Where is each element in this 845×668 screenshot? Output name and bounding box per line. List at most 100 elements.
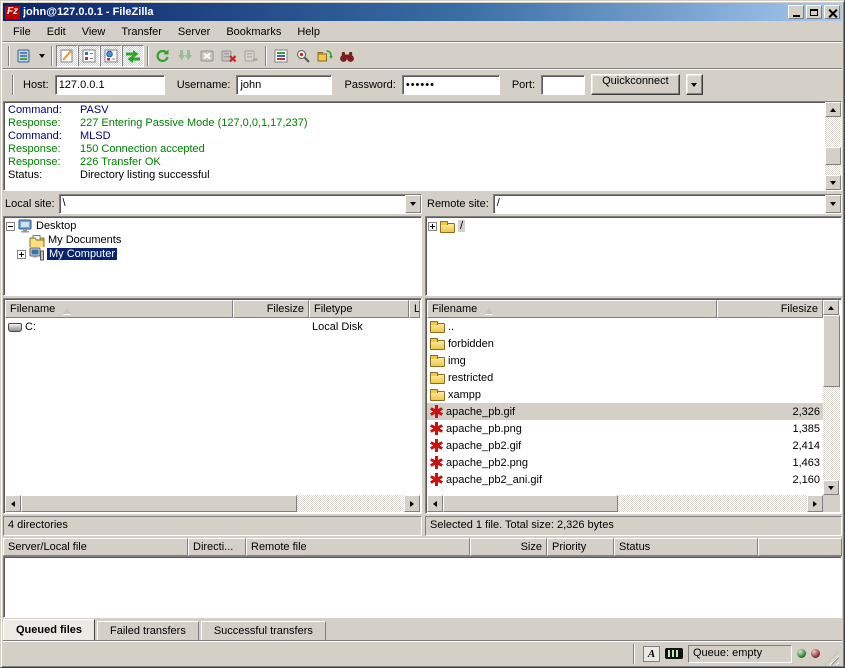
- close-button[interactable]: [824, 5, 840, 19]
- scroll-thumb[interactable]: [825, 147, 841, 165]
- file-row[interactable]: xampp: [427, 386, 823, 403]
- log-line: Status:Directory listing successful: [4, 169, 841, 182]
- scroll-thumb[interactable]: [21, 495, 297, 512]
- menu-help[interactable]: Help: [289, 24, 328, 40]
- quickconnect-button[interactable]: Quickconnect: [591, 74, 680, 95]
- expand-icon[interactable]: [428, 222, 437, 231]
- cancel-button[interactable]: [196, 45, 218, 67]
- remote-hscrollbar[interactable]: [427, 495, 823, 512]
- menu-server[interactable]: Server: [170, 24, 218, 40]
- tab-queued-files[interactable]: Queued files: [3, 619, 95, 641]
- find-files-button[interactable]: [336, 45, 358, 67]
- menu-view[interactable]: View: [74, 24, 114, 40]
- column-header-direction[interactable]: Directi...: [188, 538, 246, 556]
- scroll-up-button[interactable]: [823, 300, 839, 315]
- local-site-combo[interactable]: \: [59, 194, 422, 214]
- site-manager-dropdown[interactable]: [35, 45, 48, 67]
- tree-item-desktop[interactable]: Desktop: [6, 219, 419, 233]
- file-row[interactable]: img: [427, 352, 823, 369]
- file-name: apache_pb2.png: [446, 457, 528, 469]
- column-header-size[interactable]: Size: [470, 538, 547, 556]
- site-manager-button[interactable]: [13, 45, 35, 67]
- menu-transfer[interactable]: Transfer: [113, 24, 170, 40]
- scroll-thumb[interactable]: [823, 315, 840, 387]
- resize-grip[interactable]: [825, 651, 839, 665]
- remote-vscrollbar[interactable]: [823, 300, 840, 512]
- scroll-down-button[interactable]: [823, 480, 839, 495]
- transfer-type-icon[interactable]: A: [643, 646, 660, 662]
- toggle-message-log-button[interactable]: [56, 45, 78, 67]
- column-header-server-local-file[interactable]: Server/Local file: [3, 538, 188, 556]
- remote-site-dropdown[interactable]: [825, 195, 841, 213]
- column-header-priority[interactable]: Priority: [547, 538, 614, 556]
- column-header-filesize[interactable]: Filesize: [717, 300, 823, 318]
- file-row[interactable]: apache_pb.png1,385: [427, 420, 823, 437]
- scroll-right-button[interactable]: [807, 495, 823, 512]
- refresh-button[interactable]: [152, 45, 174, 67]
- toggle-remote-tree-button[interactable]: [100, 45, 122, 67]
- filter-icon: [273, 48, 289, 64]
- host-input[interactable]: [55, 75, 165, 95]
- log-scrollbar[interactable]: [825, 102, 841, 190]
- column-header-status[interactable]: Status: [614, 538, 758, 556]
- toggle-transfer-queue-button[interactable]: [122, 45, 144, 67]
- scroll-right-button[interactable]: [404, 495, 420, 512]
- file-row-selected[interactable]: apache_pb.gif2,326: [427, 403, 823, 420]
- password-input[interactable]: [402, 75, 500, 95]
- scroll-left-button[interactable]: [427, 495, 443, 512]
- file-row[interactable]: ..: [427, 318, 823, 335]
- file-row[interactable]: apache_pb2.png 1,463: [427, 454, 823, 471]
- titlebar[interactable]: Fz john@127.0.0.1 - FileZilla: [3, 3, 842, 21]
- username-input[interactable]: [236, 75, 332, 95]
- scroll-down-button[interactable]: [825, 175, 841, 190]
- scroll-track[interactable]: [823, 315, 840, 480]
- file-name: ..: [448, 321, 454, 333]
- column-header-filetype[interactable]: Filetype: [309, 300, 409, 318]
- menu-edit[interactable]: Edit: [39, 24, 74, 40]
- remote-site-combo[interactable]: /: [493, 194, 842, 214]
- toggle-local-tree-button[interactable]: [78, 45, 100, 67]
- column-header-filesize[interactable]: Filesize: [233, 300, 309, 318]
- column-header-last-modified[interactable]: L: [409, 300, 420, 318]
- expand-icon[interactable]: [17, 250, 26, 259]
- column-header-filename[interactable]: Filename: [427, 300, 717, 318]
- filename-filters-button[interactable]: [270, 45, 292, 67]
- scroll-up-button[interactable]: [825, 102, 841, 117]
- local-site-dropdown[interactable]: [405, 195, 421, 213]
- minimize-button[interactable]: [788, 5, 804, 19]
- menu-bookmarks[interactable]: Bookmarks: [218, 24, 289, 40]
- menu-file[interactable]: File: [5, 24, 39, 40]
- toolbar-separator: [147, 46, 149, 66]
- file-row[interactable]: C: Local Disk: [5, 318, 420, 335]
- file-row[interactable]: restricted: [427, 369, 823, 386]
- file-row[interactable]: forbidden: [427, 335, 823, 352]
- scroll-track[interactable]: [21, 495, 404, 512]
- scroll-track[interactable]: [825, 117, 841, 175]
- disconnect-button[interactable]: [218, 45, 240, 67]
- log-line: Response:227 Entering Passive Mode (127,…: [4, 117, 841, 130]
- scroll-left-button[interactable]: [5, 495, 21, 512]
- quickconnect-dropdown[interactable]: [686, 74, 703, 95]
- column-header-remote-file[interactable]: Remote file: [246, 538, 470, 556]
- file-size: 1,463: [717, 457, 823, 469]
- scroll-thumb[interactable]: [443, 495, 618, 512]
- tab-failed-transfers[interactable]: Failed transfers: [97, 621, 199, 641]
- speed-limit-icon[interactable]: [665, 648, 683, 659]
- process-queue-button[interactable]: [174, 45, 196, 67]
- synchronized-browsing-button[interactable]: [314, 45, 336, 67]
- port-input[interactable]: [541, 75, 585, 95]
- directory-comparison-button[interactable]: [292, 45, 314, 67]
- tree-item-my-computer[interactable]: My Computer: [6, 247, 419, 261]
- tree-item-root[interactable]: /: [428, 219, 839, 233]
- collapse-icon[interactable]: [6, 222, 15, 231]
- scroll-track[interactable]: [443, 495, 807, 512]
- maximize-button[interactable]: [806, 5, 822, 19]
- tree-item-my-documents[interactable]: My Documents: [6, 233, 419, 247]
- tab-successful-transfers[interactable]: Successful transfers: [201, 621, 326, 641]
- local-hscrollbar[interactable]: [5, 495, 420, 512]
- file-row[interactable]: apache_pb2.gif2,414: [427, 437, 823, 454]
- file-row[interactable]: apache_pb2_ani.gif2,160: [427, 471, 823, 488]
- column-header-filename[interactable]: Filename: [5, 300, 233, 318]
- file-name: xampp: [448, 389, 481, 401]
- reconnect-button[interactable]: [240, 45, 262, 67]
